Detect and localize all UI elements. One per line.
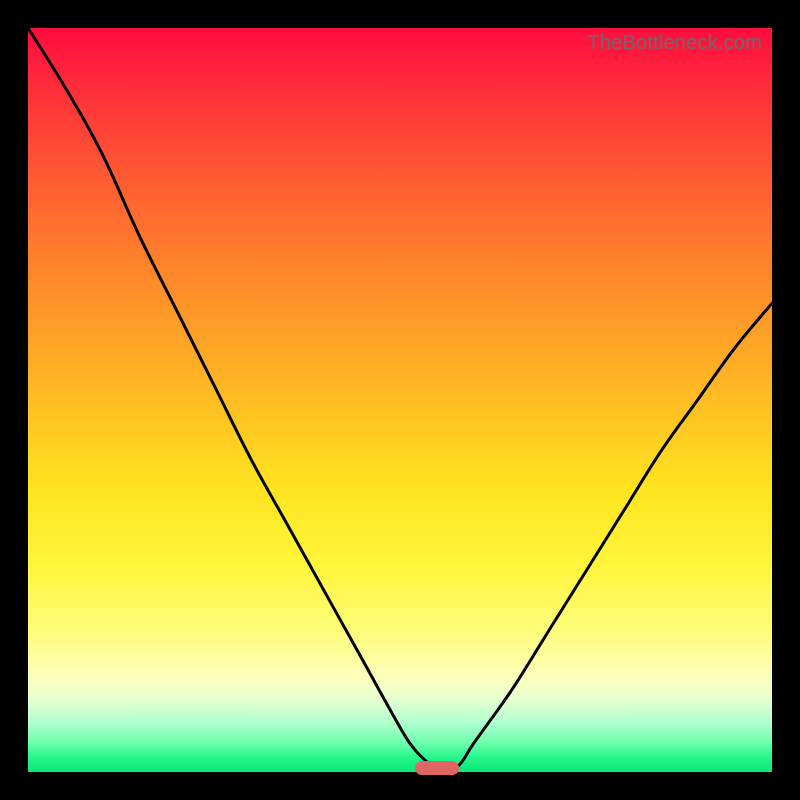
optimal-marker bbox=[415, 761, 459, 775]
curve-path bbox=[28, 28, 772, 773]
plot-area: TheBottleneck.com bbox=[28, 28, 772, 772]
bottleneck-curve bbox=[28, 28, 772, 772]
